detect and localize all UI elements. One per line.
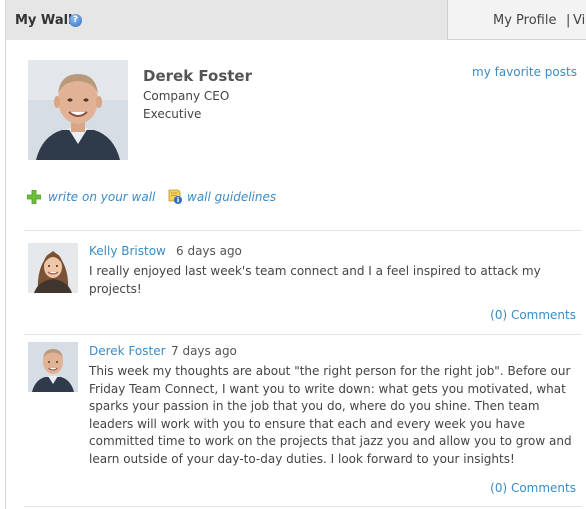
- divider: [24, 230, 582, 231]
- guidelines-icon[interactable]: [168, 189, 183, 205]
- profile-name: Derek Foster: [143, 67, 253, 85]
- comments-link[interactable]: (0) Comments: [490, 308, 576, 322]
- avatar: [28, 243, 78, 293]
- tab-my-wall[interactable]: My Wall ?: [6, 0, 448, 40]
- tab-view[interactable]: View: [573, 13, 586, 28]
- post-body: I really enjoyed last week's team connec…: [89, 264, 541, 296]
- post-author[interactable]: Derek Foster: [89, 344, 166, 358]
- profile-photo-image: [28, 60, 128, 160]
- avatar-image: [28, 243, 78, 293]
- wall-panel: My Wall ? My Profile | View Derek Foster…: [5, 0, 586, 509]
- post-time: 7 days ago: [171, 344, 237, 358]
- avatar-image: [28, 342, 78, 392]
- tab-my-wall-label: My Wall: [15, 13, 73, 28]
- tab-my-profile[interactable]: My Profile: [493, 13, 556, 28]
- divider: [24, 334, 582, 335]
- post-author[interactable]: Kelly Bristow: [89, 244, 166, 258]
- profile-photo: [28, 60, 128, 160]
- help-icon[interactable]: ?: [69, 14, 82, 27]
- write-on-wall-link[interactable]: write on your wall: [48, 190, 155, 204]
- tab-separator: |: [566, 13, 571, 28]
- post-body: This week my thoughts are about "the rig…: [89, 364, 572, 466]
- profile-role: Executive: [143, 107, 202, 121]
- avatar: [28, 342, 78, 392]
- plus-icon[interactable]: [26, 189, 42, 205]
- profile-title: Company CEO: [143, 89, 230, 103]
- favorite-posts-link[interactable]: my favorite posts: [472, 65, 577, 79]
- tab-bar: My Wall ? My Profile | View: [6, 0, 586, 40]
- divider: [24, 506, 582, 507]
- comments-link[interactable]: (0) Comments: [490, 481, 576, 495]
- wall-guidelines-link[interactable]: wall guidelines: [187, 190, 276, 204]
- post-time: 6 days ago: [176, 244, 242, 258]
